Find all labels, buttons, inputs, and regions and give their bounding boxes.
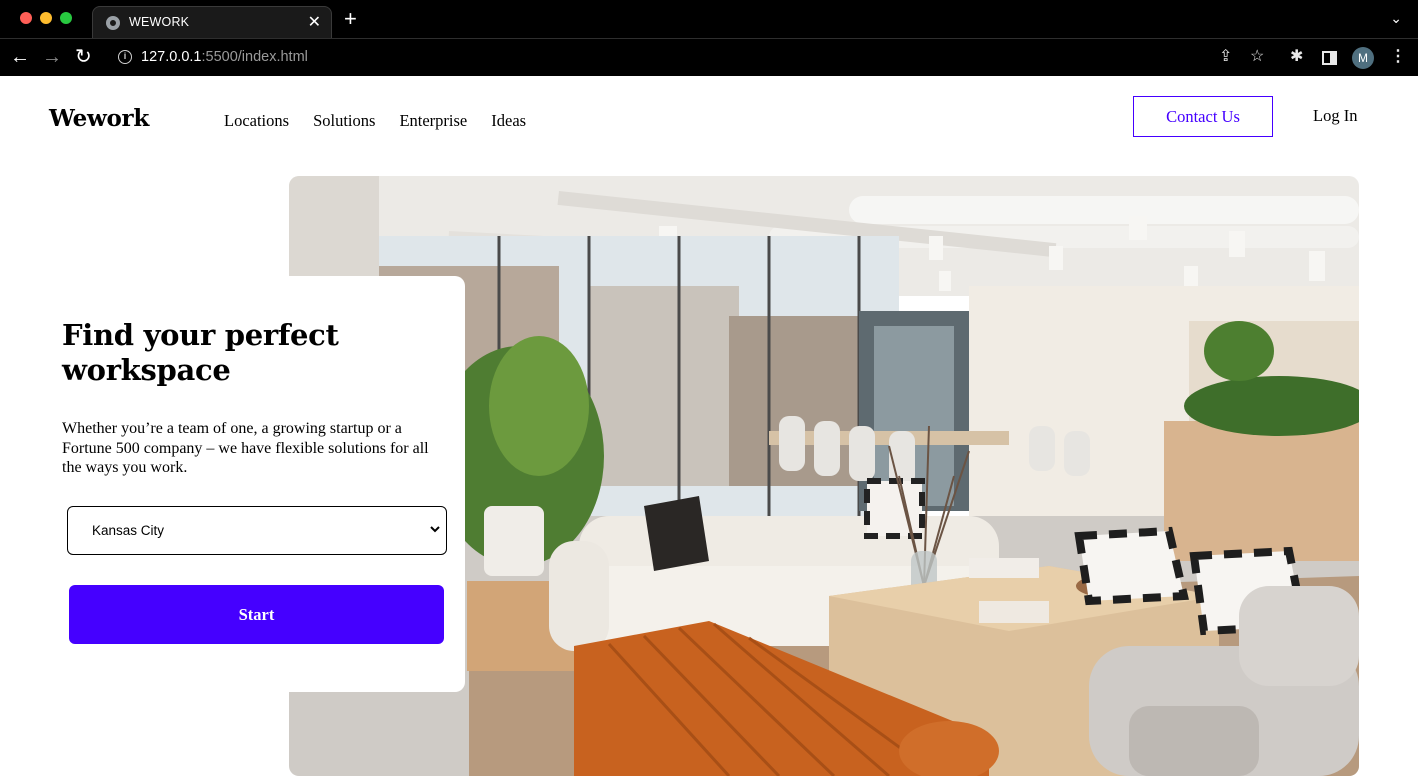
sidebar-icon[interactable]: [1322, 51, 1337, 65]
maximize-window-button[interactable]: [60, 12, 72, 24]
minimize-window-button[interactable]: [40, 12, 52, 24]
tab-bar: WEWORK ✕ + ⌄: [0, 0, 1418, 38]
close-window-button[interactable]: [20, 12, 32, 24]
browser-chrome: WEWORK ✕ + ⌄ ← → ↻ i 127.0.0.1:5500/inde…: [0, 0, 1418, 76]
location-select-value: Kansas City: [92, 523, 165, 538]
back-arrow-icon[interactable]: ←: [10, 45, 30, 69]
nav-locations[interactable]: Locations: [224, 111, 289, 131]
close-icon[interactable]: ✕: [308, 12, 321, 32]
info-icon[interactable]: i: [118, 50, 132, 64]
tab-title: WEWORK: [129, 15, 190, 29]
url-host: 127.0.0.1: [141, 49, 202, 65]
chevron-down-icon[interactable]: ⌄: [1390, 10, 1402, 27]
browser-toolbar: ← → ↻ i 127.0.0.1:5500/index.html ⇪ ☆ ✱ …: [0, 38, 1418, 76]
url-path: :5500/index.html: [201, 49, 308, 65]
nav-solutions[interactable]: Solutions: [313, 111, 375, 131]
logo[interactable]: Wework: [49, 105, 149, 132]
avatar[interactable]: M: [1352, 47, 1374, 69]
contact-us-button[interactable]: Contact Us: [1133, 96, 1273, 137]
page-title: Find your perfect workspace: [62, 318, 339, 387]
globe-icon: [106, 16, 120, 30]
new-tab-button[interactable]: +: [344, 8, 357, 30]
search-card: Find your perfect workspace Whether you’…: [0, 276, 465, 692]
nav-ideas[interactable]: Ideas: [491, 111, 526, 131]
hero-description: Whether you’re a team of one, a growing …: [62, 420, 429, 476]
main-nav: Locations Solutions Enterprise Ideas: [224, 111, 526, 131]
start-button[interactable]: Start: [69, 585, 444, 644]
star-icon[interactable]: ☆: [1250, 48, 1264, 66]
puzzle-icon[interactable]: ✱: [1290, 48, 1303, 66]
location-select[interactable]: Kansas City: [67, 506, 447, 555]
share-icon[interactable]: ⇪: [1219, 48, 1232, 66]
kebab-menu-icon[interactable]: ⋮: [1390, 48, 1406, 66]
browser-tab[interactable]: WEWORK ✕: [92, 6, 332, 38]
address-bar[interactable]: 127.0.0.1:5500/index.html: [141, 49, 308, 65]
chevron-down-icon: [430, 526, 440, 533]
page: Wework Locations Solutions Enterprise Id…: [0, 76, 1418, 779]
nav-enterprise[interactable]: Enterprise: [399, 111, 467, 131]
log-in-link[interactable]: Log In: [1313, 106, 1357, 126]
forward-arrow-icon[interactable]: →: [42, 45, 62, 69]
reload-icon[interactable]: ↻: [75, 45, 92, 69]
